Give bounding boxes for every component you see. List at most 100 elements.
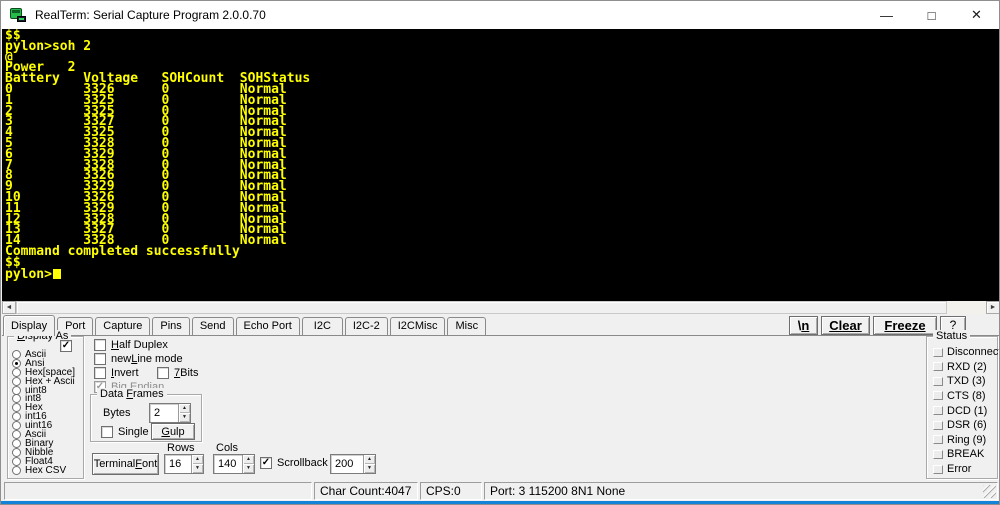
- status-dcd: DCD (1): [933, 405, 995, 417]
- status-rxd: RXD (2): [933, 361, 995, 373]
- maximize-button[interactable]: □: [909, 1, 954, 29]
- checkbox-icon: [94, 367, 106, 379]
- status-indicators: Disconnect RXD (2) TXD (3) CTS (8) DCD (…: [933, 346, 995, 475]
- tab-i2c-2[interactable]: I2C-2: [345, 317, 388, 335]
- status-break: BREAK: [933, 448, 995, 460]
- led-indicator: [933, 435, 943, 444]
- title-bar[interactable]: RealTerm: Serial Capture Program 2.0.0.7…: [1, 1, 999, 29]
- rows-label: Rows: [167, 442, 195, 454]
- option-ascii[interactable]: Ascii: [12, 350, 81, 359]
- freeze-button[interactable]: Freeze: [873, 316, 937, 335]
- scrollback-value[interactable]: 200: [331, 455, 363, 473]
- tab-echo-port[interactable]: Echo Port: [236, 317, 300, 335]
- option-int8[interactable]: int8: [12, 394, 81, 403]
- minimize-button[interactable]: —: [864, 1, 909, 29]
- terminal-text: $$ pylon>soh 2 @ Power 2 Battery Voltage…: [5, 31, 310, 280]
- radio-icon: [12, 377, 21, 386]
- close-button[interactable]: ✕: [954, 1, 999, 29]
- clear-button[interactable]: Clear: [821, 316, 870, 335]
- tab-i2cmisc[interactable]: I2CMisc: [390, 317, 446, 335]
- status-group: Status Disconnect RXD (2) TXD (3) CTS (8…: [926, 336, 998, 479]
- radio-icon: [12, 421, 21, 430]
- tab-send[interactable]: Send: [192, 317, 234, 335]
- scroll-left-icon[interactable]: ◄: [2, 301, 16, 314]
- radio-icon: [12, 350, 21, 359]
- cols-value[interactable]: 140: [214, 455, 242, 473]
- terminal-prompt: pylon>: [5, 267, 52, 282]
- data-frames-legend: Data Frames: [97, 388, 167, 400]
- tab-strip: Display Port Capture Pins Send Echo Port…: [2, 314, 1000, 336]
- status-cts: CTS (8): [933, 390, 995, 402]
- checkbox-icon: [94, 353, 106, 365]
- led-indicator: [933, 377, 943, 386]
- display-as-group: Display As ✓ Ascii Ansi Hex[space] Hex +…: [7, 336, 84, 479]
- radio-icon: [12, 448, 21, 457]
- display-settings-panel: Display As ✓ Ascii Ansi Hex[space] Hex +…: [2, 336, 1000, 481]
- spinner-up-icon[interactable]: ▲: [243, 455, 254, 464]
- bytes-spinner[interactable]: 2 ▲▼: [149, 403, 191, 423]
- half-duplex-checkbox[interactable]: Half Duplex: [94, 339, 168, 351]
- led-indicator: [933, 465, 943, 474]
- window-title: RealTerm: Serial Capture Program 2.0.0.7…: [35, 8, 266, 22]
- statusbar-empty-panel: [4, 482, 312, 500]
- radio-icon: [12, 457, 21, 466]
- option-hex-csv[interactable]: Hex CSV: [12, 466, 81, 475]
- checkbox-icon: [101, 426, 113, 438]
- status-ring: Ring (9): [933, 434, 995, 446]
- scroll-right-icon[interactable]: ►: [986, 301, 1000, 314]
- led-indicator: [933, 362, 943, 371]
- horizontal-scrollbar[interactable]: ◄ ►: [2, 301, 1000, 314]
- radio-icon: [12, 386, 21, 395]
- status-error: Error: [933, 463, 995, 475]
- realterm-window: RealTerm: Serial Capture Program 2.0.0.7…: [0, 0, 1000, 505]
- single-checkbox[interactable]: Single: [101, 426, 149, 438]
- newline-button[interactable]: \n: [789, 316, 818, 335]
- spinner-down-icon[interactable]: ▼: [179, 413, 190, 422]
- app-icon: [10, 8, 26, 22]
- status-dsr: DSR (6): [933, 419, 995, 431]
- display-as-options: Ascii Ansi Hex[space] Hex + Ascii uint8 …: [12, 350, 81, 474]
- terminal-cursor: [53, 269, 61, 279]
- window-controls: — □ ✕: [864, 1, 999, 29]
- led-indicator: [933, 406, 943, 415]
- led-indicator: [933, 348, 943, 357]
- scrollback-spinner[interactable]: 200 ▲▼: [330, 454, 376, 474]
- tab-display[interactable]: Display: [3, 315, 55, 336]
- terminal-output[interactable]: $$ pylon>soh 2 @ Power 2 Battery Voltage…: [2, 29, 1000, 301]
- seven-bits-checkbox[interactable]: 7Bits: [157, 367, 198, 379]
- radio-icon: [12, 394, 21, 403]
- status-legend: Status: [933, 330, 970, 342]
- option-uint16[interactable]: uint16: [12, 421, 81, 430]
- scrollbar-thumb[interactable]: [16, 301, 947, 314]
- radio-icon: [12, 412, 21, 421]
- tab-misc[interactable]: Misc: [447, 317, 486, 335]
- led-indicator: [933, 450, 943, 459]
- status-txd: TXD (3): [933, 375, 995, 387]
- checkbox-icon: [157, 367, 169, 379]
- cols-spinner[interactable]: 140 ▲▼: [213, 454, 255, 474]
- rows-spinner[interactable]: 16 ▲▼: [164, 454, 204, 474]
- gulp-button[interactable]: Gulp: [151, 423, 195, 440]
- spinner-down-icon[interactable]: ▼: [192, 464, 203, 473]
- invert-checkbox[interactable]: Invert: [94, 367, 139, 379]
- statusbar-char-count: Char Count:4047: [314, 482, 418, 500]
- tab-pins[interactable]: Pins: [152, 317, 189, 335]
- tab-capture[interactable]: Capture: [95, 317, 150, 335]
- spinner-down-icon[interactable]: ▼: [243, 464, 254, 473]
- bytes-value[interactable]: 2: [150, 404, 178, 422]
- option-uint8[interactable]: uint8: [12, 386, 81, 395]
- scrollback-checkbox[interactable]: ✓Scrollback: [260, 457, 328, 469]
- statusbar-cps: CPS:0: [420, 482, 482, 500]
- spinner-up-icon[interactable]: ▲: [179, 404, 190, 413]
- newline-mode-checkbox[interactable]: newLine mode: [94, 353, 183, 365]
- spinner-up-icon[interactable]: ▲: [364, 455, 375, 464]
- status-bar: Char Count:4047 CPS:0 Port: 3 115200 8N1…: [2, 481, 1000, 501]
- tab-i2c[interactable]: I2C: [302, 317, 343, 335]
- spinner-down-icon[interactable]: ▼: [364, 464, 375, 473]
- resize-grip[interactable]: [983, 485, 996, 498]
- radio-icon: [12, 403, 21, 412]
- spinner-up-icon[interactable]: ▲: [192, 455, 203, 464]
- terminal-font-button[interactable]: Terminal Font: [92, 453, 159, 475]
- scrollbar-track[interactable]: [16, 301, 986, 314]
- rows-value[interactable]: 16: [165, 455, 191, 473]
